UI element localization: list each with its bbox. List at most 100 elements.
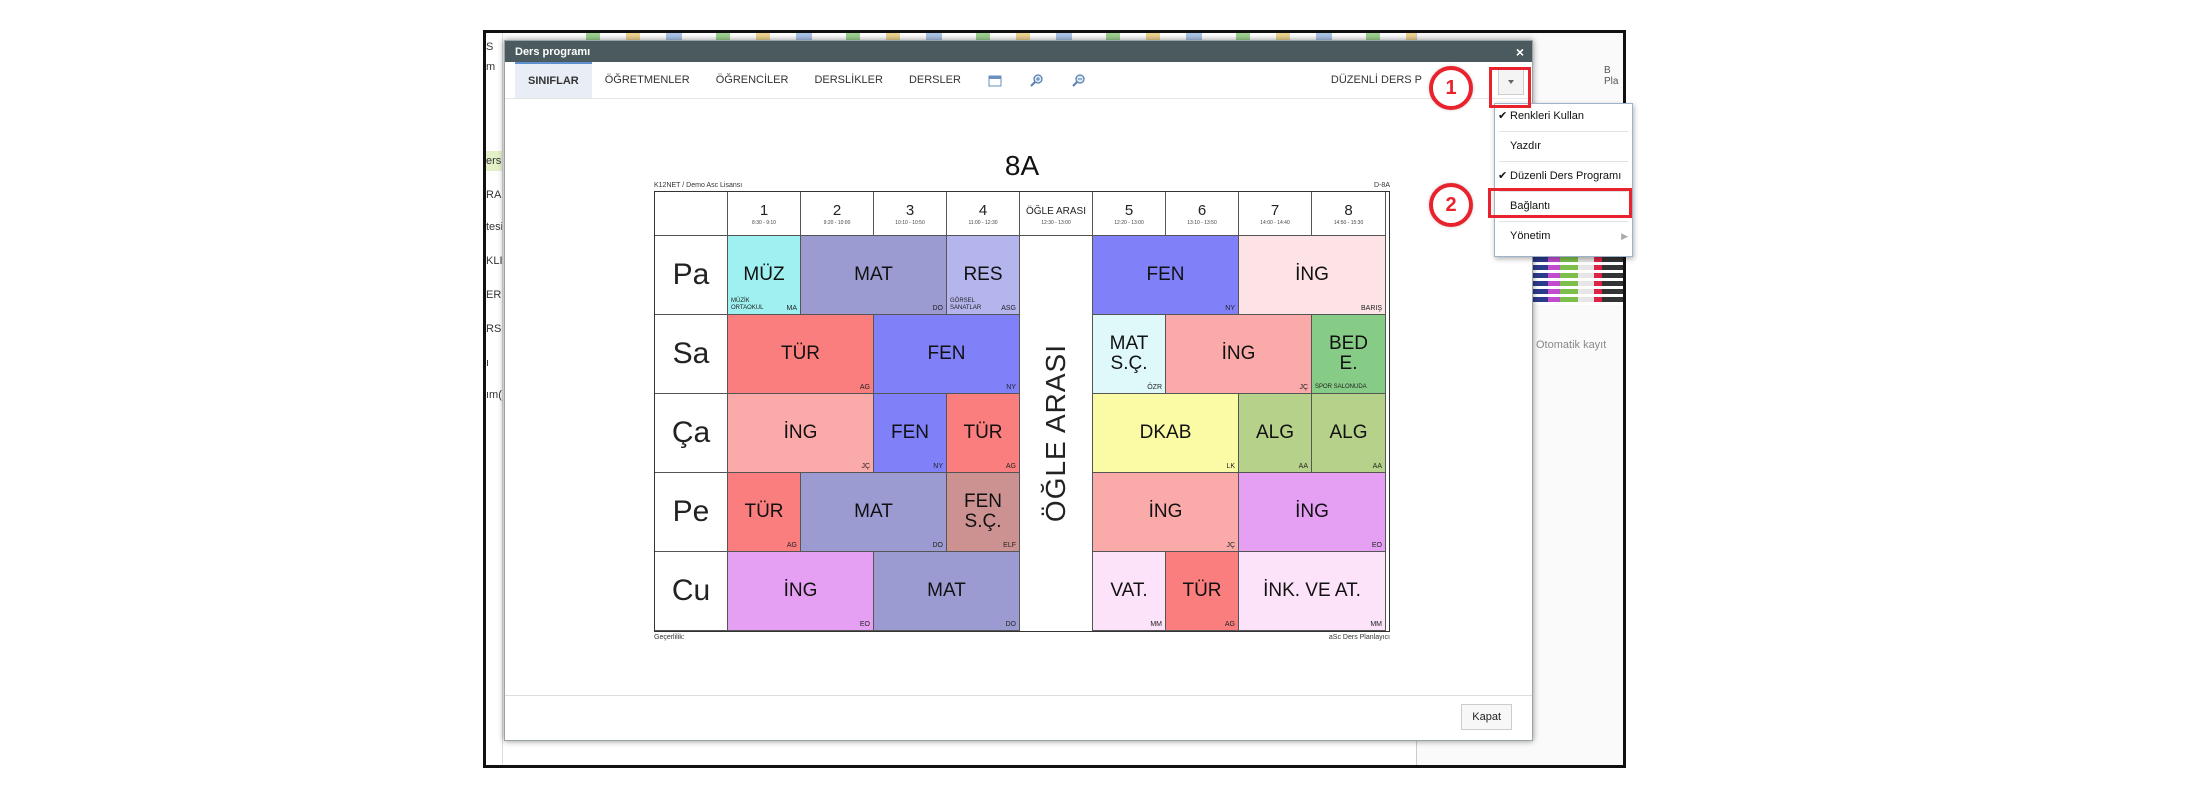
lesson-card[interactable]: VAT. MM [1093, 552, 1166, 631]
lesson-name: FEN [891, 422, 929, 443]
lesson-name: ALG [1255, 422, 1295, 443]
period-time: 11:00 - 12:30 [968, 220, 998, 226]
lesson-teacher: JÇ [1299, 384, 1308, 391]
lesson-teacher: ÖZR [1147, 384, 1162, 391]
tab-1[interactable]: ÖĞRETMENLER [592, 62, 703, 98]
tab-0[interactable]: SINIFLAR [515, 62, 592, 98]
timetable-corner [655, 192, 728, 236]
lesson-card[interactable]: İNG EO [728, 552, 874, 631]
background-left-text: ı [486, 357, 490, 369]
lesson-card[interactable]: TÜR AG [728, 473, 801, 552]
lesson-card[interactable]: TÜR AG [728, 315, 874, 394]
lesson-card[interactable]: TÜR AG [1166, 552, 1239, 631]
background-left-text: KLI [486, 255, 502, 267]
lesson-teacher: DO [1005, 621, 1017, 628]
period-header: 5 12:20 - 13:00 [1093, 192, 1166, 236]
lesson-card[interactable]: ALG AA [1312, 394, 1386, 473]
lesson-card[interactable]: MAT DO [801, 473, 947, 552]
lesson-card[interactable]: İNG EO [1239, 473, 1386, 552]
lesson-card[interactable]: BED E. SPOR SALONUDA [1312, 315, 1386, 394]
period-time: 14:00 - 14:40 [1260, 220, 1290, 226]
period-time: 12:20 - 13:00 [1114, 220, 1144, 226]
tab-2[interactable]: ÖĞRENCİLER [703, 62, 802, 98]
lesson-teacher: NY [1225, 305, 1235, 312]
lesson-name: İNG [783, 422, 818, 443]
menu-item-label: Renkleri Kullan [1510, 110, 1584, 122]
zoom-out-icon[interactable] [1071, 72, 1087, 88]
lesson-teacher: AA [1372, 463, 1382, 470]
menu-item-0[interactable]: ✔ Renkleri Kullan [1495, 105, 1632, 127]
dialog-titlebar: Ders programı × [505, 41, 1532, 62]
lesson-teacher: EO [859, 621, 870, 628]
period-time: 8:30 - 9:10 [752, 220, 776, 226]
highlight-box-dropdown [1489, 67, 1531, 108]
timetable-grid: 1 8:30 - 9:10 2 9:20 - 10:00 3 10:10 - 10:50 4… [654, 191, 1390, 632]
dialog-tabbar: SINIFLAR ÖĞRETMENLER ÖĞRENCİLER DERSLİKLER D… [505, 62, 1532, 99]
lesson-name: TÜR [780, 343, 821, 364]
lunch-header: ÖĞLE ARASI 12:30 - 13:00 [1020, 192, 1093, 236]
lesson-card[interactable]: FEN NY [874, 394, 947, 473]
step-marker-1: 1 [1429, 66, 1473, 110]
lesson-name: İNG [1295, 501, 1329, 522]
lesson-card[interactable]: MÜZ MA MÜZİK ORTAOKUL [728, 236, 801, 315]
lesson-card[interactable]: MAT DO [801, 236, 947, 315]
lesson-name: İNG [783, 580, 818, 601]
tab-4[interactable]: DERSLER [896, 62, 974, 98]
lesson-card[interactable]: RES ASG GÖRSEL SANATLAR [947, 236, 1020, 315]
lesson-teacher: MM [1370, 621, 1382, 628]
menu-item-2[interactable]: ✔ Düzenli Ders Programı [1495, 165, 1632, 187]
lesson-teacher: LK [1226, 463, 1235, 470]
lesson-teacher: MA [786, 305, 798, 312]
lesson-card[interactable]: İNG JÇ [728, 394, 874, 473]
lesson-card[interactable]: TÜR AG [947, 394, 1020, 473]
lesson-name: TÜR [744, 501, 784, 522]
lesson-card[interactable]: İNK. VE AT. MM [1239, 552, 1386, 631]
lesson-name: MAT [927, 580, 966, 601]
lesson-card[interactable]: FEN NY [874, 315, 1020, 394]
lesson-card[interactable]: DKAB LK [1093, 394, 1239, 473]
period-header: 1 8:30 - 9:10 [728, 192, 801, 236]
menu-separator [1499, 221, 1628, 222]
period-number: 7 [1270, 202, 1280, 219]
lesson-card[interactable]: ALG AA [1239, 394, 1312, 473]
period-number: 3 [905, 202, 915, 219]
lesson-name: RES [963, 264, 1003, 285]
schedule-mode-label[interactable]: DÜZENLİ DERS P [1331, 62, 1422, 98]
timetable-footer: Geçerlilik: aSc Ders Planlayıcı [654, 632, 1390, 642]
lesson-teacher: DO [932, 305, 944, 312]
menu-item-1[interactable]: Yazdır [1495, 135, 1632, 157]
lesson-teacher: ASG [1001, 305, 1016, 312]
lesson-name: İNG [1148, 501, 1183, 522]
lesson-card[interactable]: MAT S.Ç. ÖZR [1093, 315, 1166, 394]
lesson-card[interactable]: FEN NY [1093, 236, 1239, 315]
step-marker-2: 2 [1429, 183, 1473, 227]
tab-3[interactable]: DERSLİKLER [801, 62, 895, 98]
lesson-name: MÜZ [743, 264, 785, 285]
lesson-teacher: NY [933, 463, 943, 470]
background-left-text: S [486, 41, 494, 53]
period-number: 2 [832, 202, 842, 219]
day-label: Cu [655, 552, 728, 631]
lesson-card[interactable]: İNG BARIŞ [1239, 236, 1386, 315]
lesson-card[interactable]: MAT DO [874, 552, 1020, 631]
validity-label: Geçerlilik: [654, 634, 685, 641]
close-button[interactable]: Kapat [1461, 704, 1512, 730]
lesson-teacher: BARIŞ [1360, 305, 1382, 312]
lesson-card[interactable]: İNG JÇ [1093, 473, 1239, 552]
checkmark-icon: ✔ [1498, 110, 1508, 122]
lesson-name: MAT S.Ç. [1109, 333, 1149, 374]
zoom-in-icon[interactable] [1029, 72, 1045, 88]
lesson-card[interactable]: İNG JÇ [1166, 315, 1312, 394]
submenu-arrow-icon: ▶ [1621, 231, 1628, 241]
lunch-header-label: ÖĞLE ARASI [1025, 206, 1087, 217]
lesson-teacher: AG [1224, 621, 1235, 628]
period-header: 2 9:20 - 10:00 [801, 192, 874, 236]
lesson-room: GÖRSEL SANATLAR [950, 298, 982, 311]
lesson-name: BED E. [1328, 333, 1369, 374]
menu-item-4[interactable]: Yönetim ▶ [1495, 225, 1632, 247]
dialog-footer: Kapat [505, 695, 1532, 740]
lesson-card[interactable]: FEN S.Ç. ELF [947, 473, 1020, 552]
calendar-icon[interactable] [987, 72, 1003, 88]
close-icon[interactable]: × [1516, 44, 1524, 60]
menu-separator [1499, 161, 1628, 162]
